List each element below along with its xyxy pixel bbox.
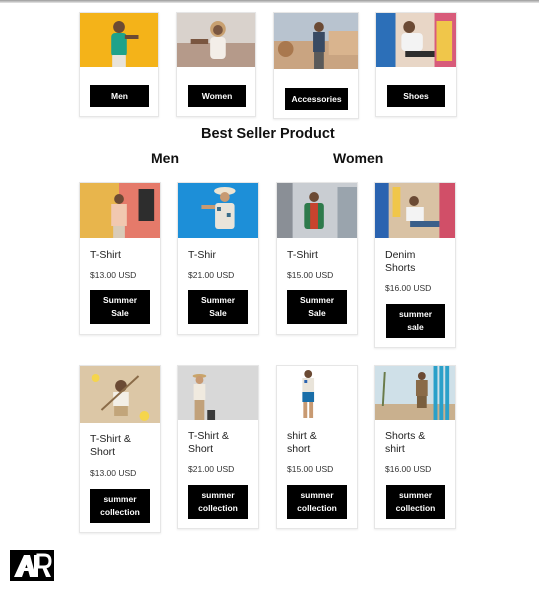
category-image-women: [177, 13, 255, 67]
summer-collection-button[interactable]: summer collection: [188, 485, 248, 519]
shoes-category-button[interactable]: Shoes: [387, 85, 445, 107]
product-image: [375, 366, 455, 420]
product-price: $13.00 USD: [90, 468, 137, 478]
product-price: $15.00 USD: [287, 270, 334, 280]
category-image-men: [80, 13, 158, 67]
product-image: [178, 366, 258, 420]
product-image: [277, 366, 357, 420]
category-card-shoes[interactable]: Shoes: [375, 12, 457, 117]
summer-sale-button[interactable]: Summer Sale: [188, 290, 248, 324]
category-image-accessories: [274, 13, 358, 69]
product-image: [277, 183, 357, 238]
product-card[interactable]: T-Shirt & Short $13.00 USD summer collec…: [79, 365, 161, 533]
product-title: shirt & short: [287, 430, 317, 455]
product-card[interactable]: T-Shirt $15.00 USD Summer Sale: [276, 182, 358, 335]
product-title: T-Shirt & Short: [90, 433, 131, 458]
summer-collection-button[interactable]: summer collection: [386, 485, 445, 519]
accessories-category-button[interactable]: Accessories: [285, 88, 348, 110]
product-image: [80, 366, 160, 423]
category-card-men[interactable]: Men: [79, 12, 159, 117]
product-price: $16.00 USD: [385, 283, 432, 293]
group-label-men: Men: [151, 150, 179, 166]
top-shadow-bar: [0, 0, 539, 3]
category-card-women[interactable]: Women: [176, 12, 256, 117]
summer-sale-button[interactable]: Summer Sale: [90, 290, 150, 324]
product-card[interactable]: T-Shirt $13.00 USD Summer Sale: [79, 182, 161, 335]
summer-collection-button[interactable]: summer collection: [287, 485, 347, 519]
summer-sale-button[interactable]: summer sale: [386, 304, 445, 338]
ar-logo-mark: [14, 553, 52, 577]
product-card[interactable]: T-Shirt & Short $21.00 USD summer collec…: [177, 365, 259, 529]
product-price: $16.00 USD: [385, 464, 432, 474]
product-title: Shorts & shirt: [385, 430, 426, 455]
product-card[interactable]: T-Shir $21.00 USD Summer Sale: [177, 182, 259, 335]
section-title: Best Seller Product: [201, 126, 335, 142]
product-image: [178, 183, 258, 238]
product-price: $13.00 USD: [90, 270, 137, 280]
product-image: [80, 183, 160, 238]
product-image: [375, 183, 455, 238]
summer-sale-button[interactable]: Summer Sale: [287, 290, 347, 324]
group-label-women: Women: [333, 150, 384, 166]
product-card[interactable]: Denim Shorts $16.00 USD summer sale: [374, 182, 456, 348]
product-card[interactable]: shirt & short $15.00 USD summer collecti…: [276, 365, 358, 529]
product-price: $21.00 USD: [188, 270, 235, 280]
category-card-accessories[interactable]: Accessories: [273, 12, 359, 119]
summer-collection-button[interactable]: summer collection: [90, 489, 150, 523]
product-title: Denim Shorts: [385, 249, 416, 274]
men-category-button[interactable]: Men: [90, 85, 149, 107]
category-image-shoes: [376, 13, 456, 67]
product-price: $21.00 USD: [188, 464, 235, 474]
product-price: $15.00 USD: [287, 464, 334, 474]
product-title: T-Shirt: [287, 249, 318, 261]
product-title: T-Shirt & Short: [188, 430, 229, 455]
product-title: T-Shirt: [90, 249, 121, 261]
product-title: T-Shir: [188, 249, 217, 261]
ar-logo: [10, 550, 54, 581]
product-card[interactable]: Shorts & shirt $16.00 USD summer collect…: [374, 365, 456, 529]
women-category-button[interactable]: Women: [188, 85, 246, 107]
